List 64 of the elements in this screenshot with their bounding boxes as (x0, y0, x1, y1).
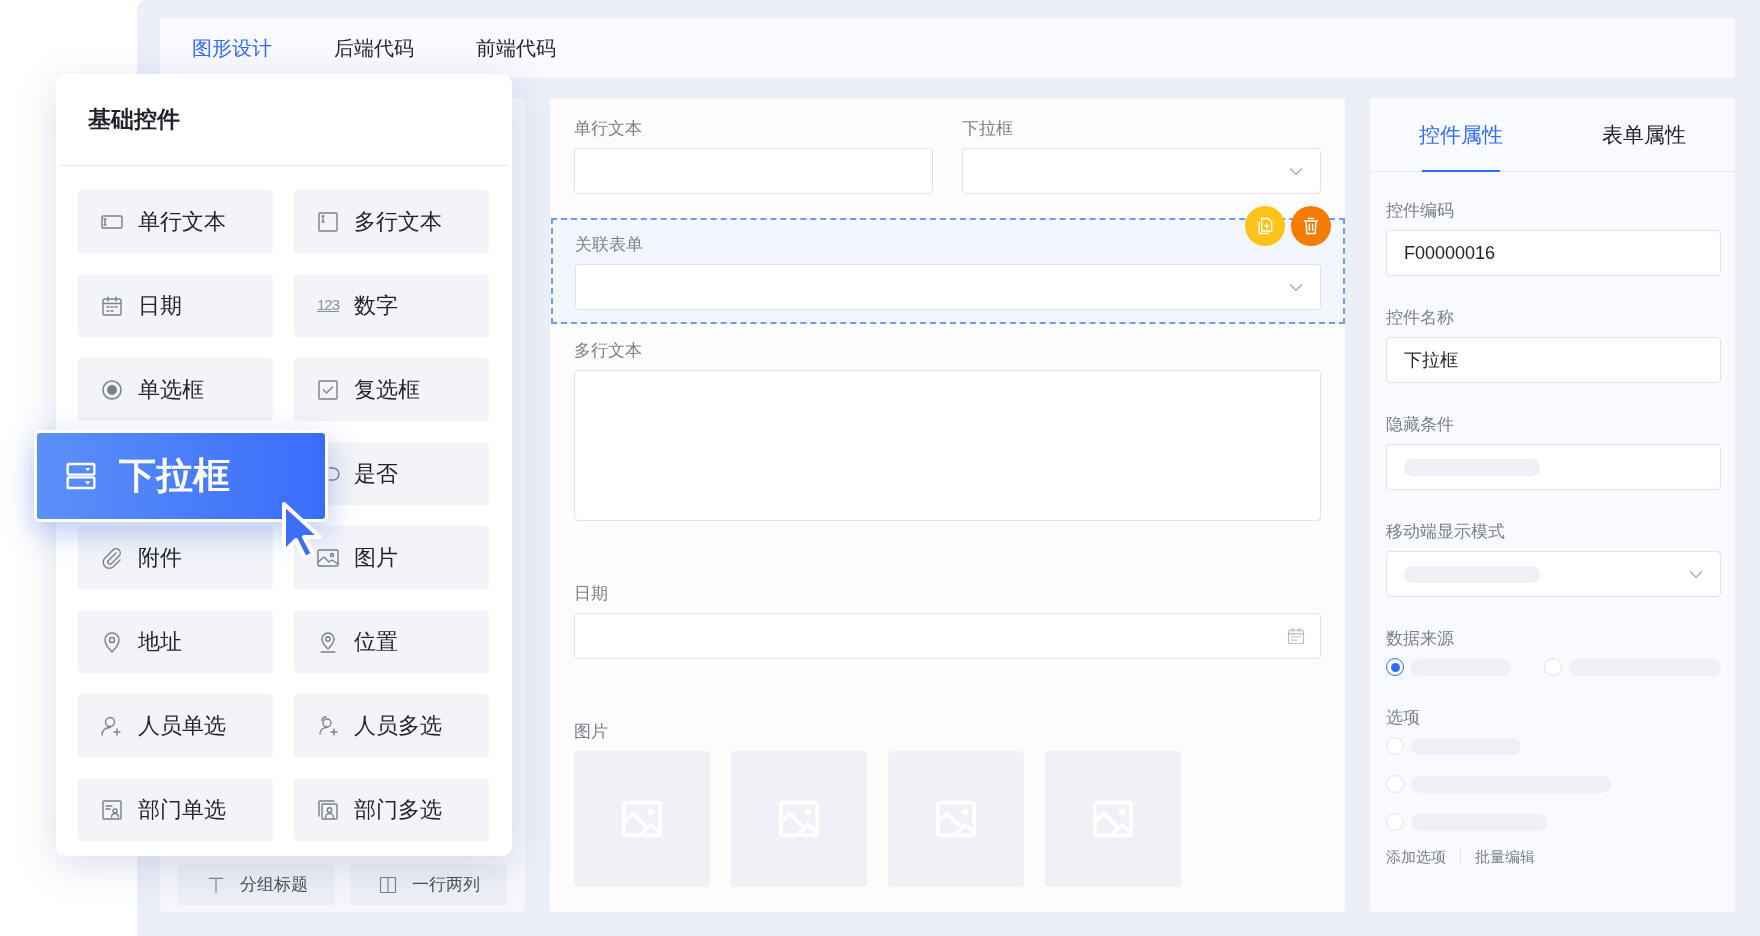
dropdown-icon (65, 460, 97, 492)
link[interactable]: 批量编辑 (1475, 846, 1535, 869)
field-label: 数据来源 (1386, 628, 1455, 650)
dropdown-field[interactable] (962, 148, 1321, 194)
tab[interactable]: 前端代码 (476, 33, 556, 63)
field-label: 图片 (574, 721, 609, 743)
panel-title: 基础控件 (88, 105, 180, 135)
palette-item[interactable]: 位置 (294, 610, 489, 673)
calendar-icon (100, 293, 124, 318)
tab[interactable]: 后端代码 (334, 33, 414, 63)
field-label: 多行文本 (574, 340, 643, 362)
users-add-icon (316, 713, 340, 738)
textarea-icon (316, 209, 340, 234)
stacked-cards-icon (316, 797, 340, 822)
link[interactable]: 添加选项 (1386, 846, 1446, 869)
dragged-control[interactable]: 下拉框 (34, 430, 328, 522)
palette-item[interactable]: 部门单选 (78, 778, 273, 841)
palette-item[interactable]: 人员单选 (78, 694, 273, 757)
calendar-icon (1286, 626, 1306, 646)
palette-item[interactable]: 复选框 (294, 358, 489, 421)
tab[interactable]: 控件属性 (1370, 98, 1553, 171)
checkbox-icon (316, 377, 340, 402)
delete-button[interactable] (1291, 206, 1331, 246)
field-label: 控件编码 (1386, 200, 1455, 222)
number-icon: 123 (316, 294, 340, 317)
palette-item[interactable]: 单行文本 (78, 190, 273, 253)
radio-button[interactable] (1386, 658, 1404, 676)
dropdown-field[interactable] (1386, 551, 1721, 597)
field-label: 移动端显示模式 (1386, 521, 1506, 543)
palette-item[interactable]: 部门多选 (294, 778, 489, 841)
palette-item[interactable]: 图片 (294, 526, 489, 589)
palette-item[interactable]: 一行两列 (350, 864, 507, 906)
radio-icon (100, 377, 124, 402)
tab[interactable]: 图形设计 (192, 33, 272, 63)
input-field[interactable] (1386, 444, 1721, 490)
cursor-icon (280, 500, 324, 562)
palette-item[interactable]: 附件 (78, 526, 273, 589)
palette-item[interactable]: 日期 (78, 274, 273, 337)
field-label: 控件名称 (1386, 307, 1455, 329)
textarea-field[interactable] (574, 370, 1321, 521)
dropdown-field[interactable] (575, 264, 1321, 310)
date-field[interactable] (574, 613, 1321, 659)
selected-field[interactable]: 关联表单 (551, 218, 1345, 324)
input-field[interactable]: F00000016 (1386, 230, 1721, 276)
palette-item[interactable]: 人员多选 (294, 694, 489, 757)
field-label: 关联表单 (575, 234, 644, 256)
field-label: 下拉框 (962, 118, 1014, 140)
tab[interactable]: 表单属性 (1552, 98, 1735, 171)
field-label: 日期 (574, 583, 609, 605)
id-card-icon (100, 797, 124, 822)
copy-button[interactable] (1245, 206, 1285, 246)
palette-item[interactable]: 多行文本 (294, 190, 489, 253)
field-label: 选项 (1386, 707, 1421, 729)
trash-icon (1301, 216, 1321, 236)
palette-item[interactable]: 地址 (78, 610, 273, 673)
input-field[interactable] (574, 148, 933, 194)
paperclip-icon (100, 545, 124, 570)
palette-item[interactable]: 123 数字 (294, 274, 489, 337)
palette-item[interactable]: 分组标题 (178, 864, 335, 906)
input-field[interactable]: 下拉框 (1386, 337, 1721, 383)
two-column-icon (377, 875, 398, 895)
field-label: 隐藏条件 (1386, 414, 1455, 436)
palette-item[interactable]: 单选框 (78, 358, 273, 421)
field-label: 单行文本 (574, 118, 643, 140)
